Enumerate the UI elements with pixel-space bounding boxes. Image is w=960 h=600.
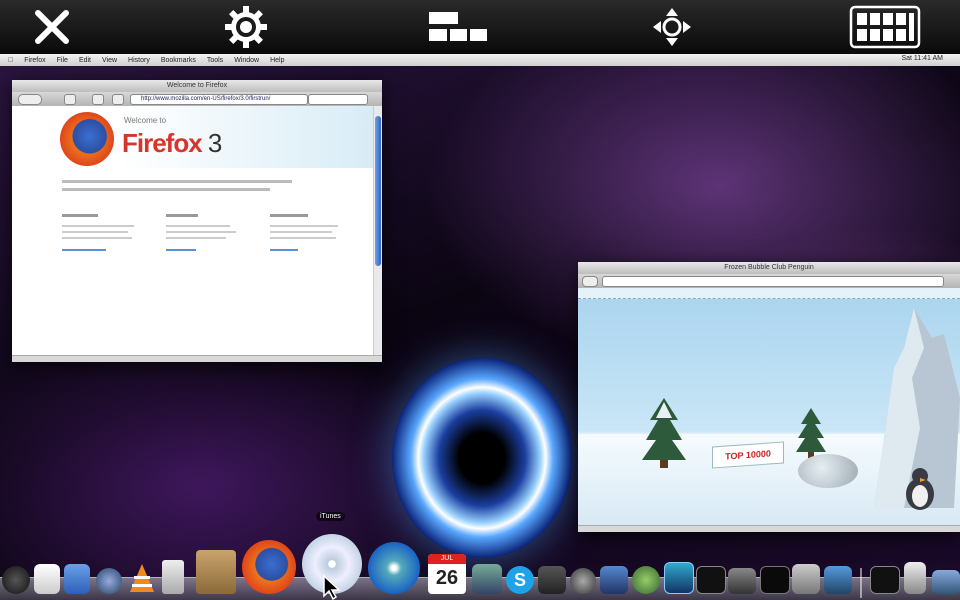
keyboard-button[interactable] [848,4,922,50]
game-scene: TOP 10000 [578,288,960,526]
dock: JUL 26 S [0,534,960,600]
pine-tree-icon [796,408,826,458]
document-icon[interactable] [904,562,926,594]
reload-button[interactable] [64,94,76,105]
menu-edit[interactable]: Edit [79,57,91,64]
firefox-window-title: Welcome to Firefox [12,80,382,92]
disk-utility-icon[interactable] [728,568,756,594]
ical-icon[interactable]: JUL 26 [428,554,466,594]
time-machine-icon[interactable] [570,568,596,594]
window-layout-icon [429,12,487,41]
column-2 [166,214,246,268]
menu-firefox[interactable]: Firefox [24,57,45,64]
game-status-bar [578,525,960,532]
menu-history[interactable]: History [128,57,150,64]
game-menu-strip [578,288,960,299]
xcode-icon[interactable] [600,566,628,594]
column-1 [62,214,142,268]
dock-separator [860,568,862,598]
search-input[interactable] [308,94,368,105]
status-bar [12,355,382,362]
console-icon[interactable] [760,566,790,594]
menu-tools[interactable]: Tools [207,57,223,64]
firefox-wordmark-text: Firefox [122,128,203,158]
intro-text-line [62,188,270,191]
skype-icon[interactable]: S [506,566,534,594]
menubar-clock[interactable]: Sat 11:41 AM [901,55,943,62]
folder-icon[interactable] [932,570,960,594]
desktop: Welcome to Firefox http://www.mozilla.co… [0,66,960,600]
home-button[interactable] [112,94,124,105]
ical-month: JUL [428,554,466,564]
dock-tooltip: iTunes [316,512,345,521]
mouse-cursor-icon [323,574,341,600]
vlc-icon[interactable] [128,564,156,594]
preview-icon[interactable] [34,564,60,594]
firefox-page: Welcome to Firefox 3 [12,106,374,356]
menu-view[interactable]: View [102,57,117,64]
close-icon [35,10,69,44]
score-sign-text: TOP 10000 [725,448,771,462]
system-prefs-icon[interactable] [538,566,566,594]
move-arrows-icon [653,8,691,46]
expose-toolbar [0,0,960,55]
welcome-text: Welcome to [124,116,167,125]
move-button[interactable] [642,4,702,50]
gear-icon [225,6,267,48]
printer-icon[interactable] [792,564,820,594]
firefox-nav-toolbar: http://www.mozilla.com/en-US/firefox/3.0… [12,92,382,107]
back-button[interactable] [582,276,598,287]
stop-button[interactable] [92,94,104,105]
url-input[interactable]: http://www.mozilla.com/en-US/firefox/3.0… [130,94,308,105]
stuffit-icon[interactable] [196,550,236,594]
game-window[interactable]: Frozen Bubble Club Penguin TOP 10000 [578,262,960,532]
game-window-title: Frozen Bubble Club Penguin [578,262,960,274]
monitor-icon[interactable] [870,566,900,594]
pine-tree-icon [642,398,686,468]
menu-window[interactable]: Window [234,57,259,64]
game-nav-toolbar [578,274,960,289]
firefox-logo-icon [60,112,114,166]
apple-icon[interactable]:  [8,57,13,64]
black-hole-portal [392,358,572,558]
firefox-window[interactable]: Welcome to Firefox http://www.mozilla.co… [12,80,382,362]
close-button[interactable] [22,4,82,50]
settings-button[interactable] [216,4,276,50]
dashboard-icon[interactable] [2,566,30,594]
safari-icon[interactable] [368,542,420,594]
igloo-rock [798,454,858,488]
terminal-icon[interactable] [696,566,726,594]
text-edit-icon[interactable] [162,560,184,594]
downloads-icon[interactable] [824,566,852,594]
firefox-dock-icon[interactable] [242,540,296,594]
scrollbar[interactable] [373,106,382,356]
ical-day: 26 [435,567,459,589]
layout-button[interactable] [426,4,490,50]
adium-icon[interactable] [632,566,660,594]
back-forward-button[interactable] [18,94,42,105]
keyboard-icon [849,5,921,49]
activity-icon[interactable] [664,562,694,594]
address-book-icon[interactable] [64,564,90,594]
firefox-version: 3 [207,128,223,158]
penguin-icon [906,468,934,510]
firefox-wordmark: Firefox 3 [122,128,223,159]
menu-help[interactable]: Help [270,57,284,64]
mac-menubar:  Firefox File Edit View History Bookmar… [0,54,960,66]
ichat-icon[interactable] [96,568,122,594]
menu-file[interactable]: File [57,57,68,64]
iphoto-icon[interactable] [472,564,502,594]
game-url-input[interactable] [602,276,944,287]
intro-text-line [62,180,292,183]
menu-bookmarks[interactable]: Bookmarks [161,57,196,64]
column-3 [270,214,350,268]
